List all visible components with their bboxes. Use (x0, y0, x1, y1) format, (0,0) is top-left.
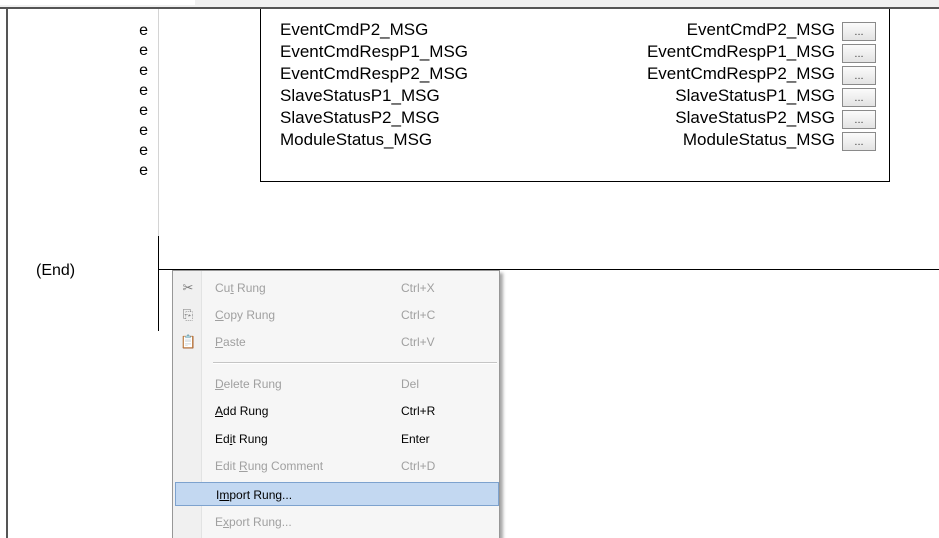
rung-marker: e (139, 62, 148, 79)
menu-item-edit-rung[interactable]: Edit Rung Enter (175, 427, 499, 451)
browse-button[interactable]: ... (842, 66, 876, 85)
message-row: EventCmdRespP1_MSG EventCmdRespP1_MSG ..… (261, 42, 889, 64)
menu-item-import-rung[interactable]: Import Rung... (175, 482, 499, 506)
message-value: EventCmdRespP1_MSG (646, 42, 835, 61)
rung-context-menu: ✂ Cut Rung Ctrl+X ⎘ Copy Rung Ctrl+C 📋 P… (172, 270, 500, 538)
rung-marker: e (139, 42, 148, 59)
message-name: ModuleStatus_MSG (280, 130, 433, 149)
menu-item-label: Delete Rung (215, 377, 282, 391)
message-instruction-box[interactable]: EventCmdP2_MSG EventCmdP2_MSG ... EventC… (260, 9, 890, 182)
rung-marker: e (139, 82, 148, 99)
message-name: SlaveStatusP2_MSG (280, 108, 440, 127)
menu-item-add-rung[interactable]: Add Rung Ctrl+R (175, 399, 499, 423)
message-value: EventCmdRespP2_MSG (646, 64, 835, 83)
menu-item-shortcut: Del (401, 377, 420, 391)
rung-marker: e (139, 22, 148, 39)
message-value: SlaveStatusP2_MSG (675, 108, 835, 127)
menu-item-label: Edit Rung Comment (215, 459, 324, 473)
menu-item-edit-rung-comment[interactable]: Edit Rung Comment Ctrl+D (175, 454, 499, 478)
message-value: ModuleStatus_MSG (682, 130, 835, 149)
menu-item-shortcut: Ctrl+D (401, 459, 436, 473)
menu-item-label: Export Rung... (215, 515, 292, 529)
menu-item-copy-rung[interactable]: ⎘ Copy Rung Ctrl+C (175, 303, 499, 327)
message-row: SlaveStatusP1_MSG SlaveStatusP1_MSG ... (261, 86, 889, 108)
menu-item-shortcut: Ctrl+V (401, 335, 435, 349)
message-name: SlaveStatusP1_MSG (280, 86, 440, 105)
menu-item-label: Copy Rung (215, 308, 276, 322)
rung-marker: e (139, 122, 148, 139)
menu-item-delete-rung[interactable]: Delete Rung Del (175, 372, 499, 396)
menu-item-shortcut: Ctrl+C (401, 308, 436, 322)
editor-left-border (6, 7, 8, 538)
message-value: SlaveStatusP1_MSG (675, 86, 835, 105)
menu-item-label: Paste (215, 335, 246, 349)
message-name: EventCmdP2_MSG (280, 20, 429, 39)
message-row: ModuleStatus_MSG ModuleStatus_MSG ... (261, 130, 889, 152)
menu-item-shortcut: Ctrl+R (401, 404, 436, 418)
paste-icon: 📋 (180, 334, 197, 349)
message-name: EventCmdRespP2_MSG (280, 64, 469, 83)
browse-button[interactable]: ... (842, 132, 876, 151)
browse-button[interactable]: ... (842, 22, 876, 41)
editor-tab-strip (0, 0, 195, 5)
message-name: EventCmdRespP1_MSG (280, 42, 469, 61)
left-power-rail (158, 236, 159, 331)
message-value: EventCmdP2_MSG (686, 20, 835, 39)
menu-item-shortcut: Enter (401, 432, 430, 446)
menu-item-cut-rung[interactable]: ✂ Cut Rung Ctrl+X (175, 276, 499, 300)
browse-button[interactable]: ... (842, 110, 876, 129)
message-row: SlaveStatusP2_MSG SlaveStatusP2_MSG ... (261, 108, 889, 130)
editor-top-border (0, 0, 939, 9)
menu-item-label: Import Rung... (216, 488, 293, 502)
rung-marker: e (139, 142, 148, 159)
menu-item-label: Add Rung (215, 404, 269, 418)
scissors-icon: ✂ (182, 280, 194, 295)
gutter-divider (158, 9, 159, 236)
menu-item-export-rung[interactable]: Export Rung... (175, 510, 499, 534)
menu-item-shortcut: Ctrl+X (401, 281, 435, 295)
menu-item-label: Edit Rung (215, 432, 268, 446)
message-row: EventCmdRespP2_MSG EventCmdRespP2_MSG ..… (261, 64, 889, 86)
menu-item-paste[interactable]: 📋 Paste Ctrl+V (175, 330, 499, 354)
browse-button[interactable]: ... (842, 44, 876, 63)
end-rung-label: (End) (36, 262, 76, 279)
message-row: EventCmdP2_MSG EventCmdP2_MSG ... (261, 20, 889, 42)
copy-icon: ⎘ (182, 307, 194, 322)
menu-item-label: Cut Rung (215, 281, 266, 295)
rung-marker: e (139, 162, 148, 179)
rung-marker: e (139, 102, 148, 119)
browse-button[interactable]: ... (842, 88, 876, 107)
menu-separator (213, 362, 497, 364)
